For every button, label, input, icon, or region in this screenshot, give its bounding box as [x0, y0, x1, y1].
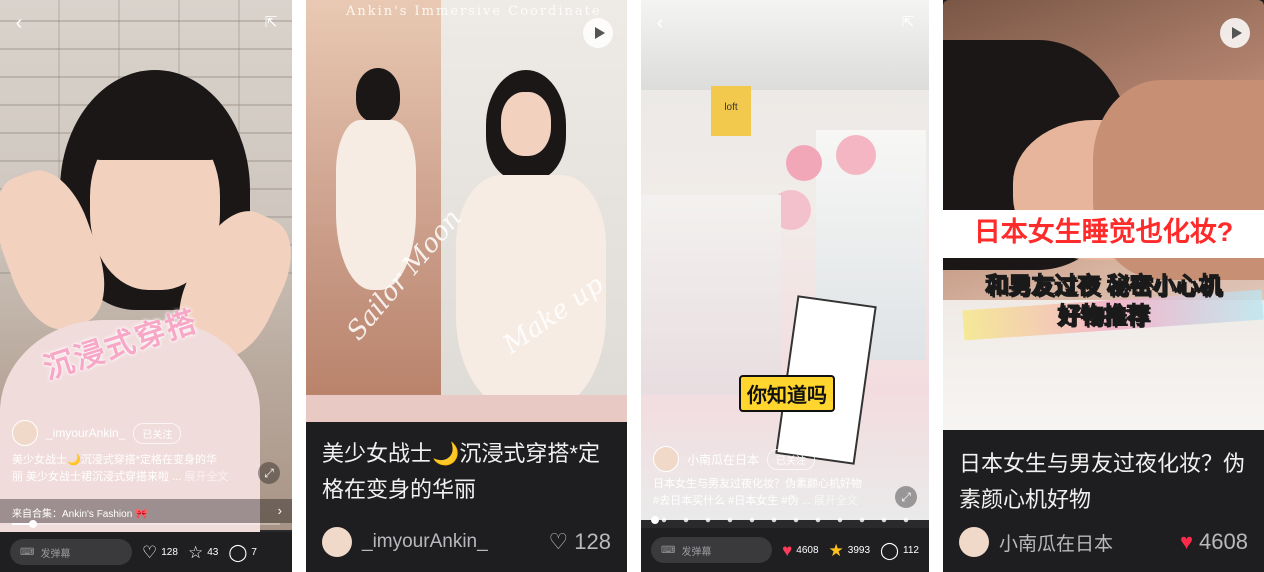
back-icon[interactable]: ‹ [649, 12, 671, 34]
follow-button[interactable]: 已关注 [133, 422, 182, 444]
balloon [786, 145, 822, 181]
collection-bar[interactable]: 来自合集：Ankin's Fashion 🎀 › [0, 499, 292, 523]
heart-icon: ♡ [548, 529, 569, 554]
follow-button[interactable]: 已关注 [767, 448, 816, 470]
author-name[interactable]: 小南瓜在日本 [687, 451, 759, 468]
comment-icon: ◯ [228, 542, 248, 562]
comment-button[interactable]: ◯ 112 [880, 542, 919, 559]
author-name[interactable]: _imyourAnkin_ [46, 426, 125, 440]
play-icon[interactable] [583, 18, 613, 48]
danmaku-icon: ⌨ [661, 544, 676, 556]
like-button[interactable]: ♥ 4608 [1180, 529, 1248, 555]
video-description[interactable]: 日本女生与男友过夜化妆？伪素颜心机好物 #去日本买什么 #日本女生 #伪 ...… [653, 476, 893, 510]
share-icon[interactable]: ⇱ [260, 12, 282, 34]
bottom-action-bar: ⌨ 发弹幕 ♥ 4608 ★ 3993 ◯ 112 [641, 528, 929, 572]
avatar[interactable] [959, 527, 989, 557]
question-tag: 你知道吗 [739, 375, 835, 412]
poster-subline: 和男友过夜 秘密小心机 [985, 272, 1222, 299]
video-progress-segments[interactable] [651, 516, 917, 524]
heart-filled-icon: ♥ [782, 540, 793, 560]
card-footer: 小南瓜在日本 ♥ 4608 [959, 526, 1248, 558]
card-cover[interactable] [306, 0, 627, 422]
comment-button[interactable]: ◯ 7 [228, 544, 257, 561]
expand-text-link[interactable]: 展开全文 [814, 495, 858, 507]
star-filled-icon: ★ [828, 540, 844, 560]
banner-text: Ankin's Immersive Coordinate [346, 4, 602, 19]
heart-filled-icon: ♥ [1179, 529, 1194, 554]
author-name[interactable]: _imyourAnkin_ [362, 531, 488, 553]
chevron-right-icon: › [277, 503, 282, 518]
feed-card-japan[interactable]: 日本女生睡觉也化妆? 和男友过夜 秘密小心机 好物推荐 日本女生与男友过夜化妆？… [943, 0, 1264, 572]
author-row[interactable]: _imyourAnkin_ 已关注 [12, 420, 182, 446]
fullscreen-icon[interactable]: ⤢ [895, 486, 917, 508]
feed-card-ankin[interactable]: Ankin's Immersive Coordinate Sailor Moon… [306, 0, 627, 572]
bottom-action-bar: ⌨ 发弹幕 ♡ 128 ☆ 43 ◯ 7 [0, 532, 292, 572]
expand-text-link[interactable]: 展开全文 [184, 471, 228, 483]
favorite-button[interactable]: ★ 3993 [829, 542, 871, 559]
card-title[interactable]: 美少女战士🌙沉浸式穿搭*定格在变身的华丽 [322, 436, 611, 508]
fullscreen-icon[interactable]: ⤢ [258, 462, 280, 484]
video-frame[interactable]: loft [641, 0, 929, 520]
store-sign: loft [711, 86, 751, 136]
comment-icon: ◯ [880, 540, 900, 560]
poster-subline: 好物推荐 [1057, 302, 1150, 329]
video-frame[interactable] [0, 0, 292, 550]
avatar[interactable] [12, 420, 38, 446]
like-button[interactable]: ♡ 128 [142, 544, 178, 561]
video-panel-ankin: ‹ ⇱ 沉浸式穿搭 _imyourAnkin_ 已关注 美少女战士🌙沉浸式穿搭*… [0, 0, 292, 572]
card-title[interactable]: 日本女生与男友过夜化妆？伪素颜心机好物 [959, 446, 1248, 518]
balloon [836, 135, 876, 175]
video-progress[interactable] [12, 520, 280, 528]
display-counter [641, 195, 781, 395]
favorite-button[interactable]: ☆ 43 [188, 544, 218, 561]
star-icon: ☆ [187, 542, 204, 562]
poster-headline: 日本女生睡觉也化妆? [973, 217, 1234, 247]
video-description[interactable]: 美少女战士🌙沉浸式穿搭*定格在变身的华 丽 美少女战士裙沉浸式穿搭来啦 ... … [12, 452, 248, 486]
like-button[interactable]: ♡ 128 [549, 529, 611, 555]
like-button[interactable]: ♥ 4608 [782, 542, 818, 559]
danmaku-input[interactable]: ⌨ 发弹幕 [10, 539, 132, 565]
card-footer: _imyourAnkin_ ♡ 128 [322, 526, 611, 558]
avatar[interactable] [653, 446, 679, 472]
back-icon[interactable]: ‹ [8, 12, 30, 34]
play-icon[interactable] [1220, 18, 1250, 48]
share-icon[interactable]: ⇱ [897, 12, 919, 34]
progress-handle[interactable] [651, 516, 659, 524]
danmaku-icon: ⌨ [20, 546, 35, 558]
author-name[interactable]: 小南瓜在日本 [999, 529, 1113, 556]
danmaku-input[interactable]: ⌨ 发弹幕 [651, 537, 773, 563]
video-panel-store: loft ‹ ⇱ 你知道吗 小南瓜在日本 已关注 日本女生与男友过夜化妆？伪素颜… [641, 0, 929, 572]
heart-icon: ♡ [142, 542, 158, 562]
avatar[interactable] [322, 527, 352, 557]
author-row[interactable]: 小南瓜在日本 已关注 [653, 446, 816, 472]
